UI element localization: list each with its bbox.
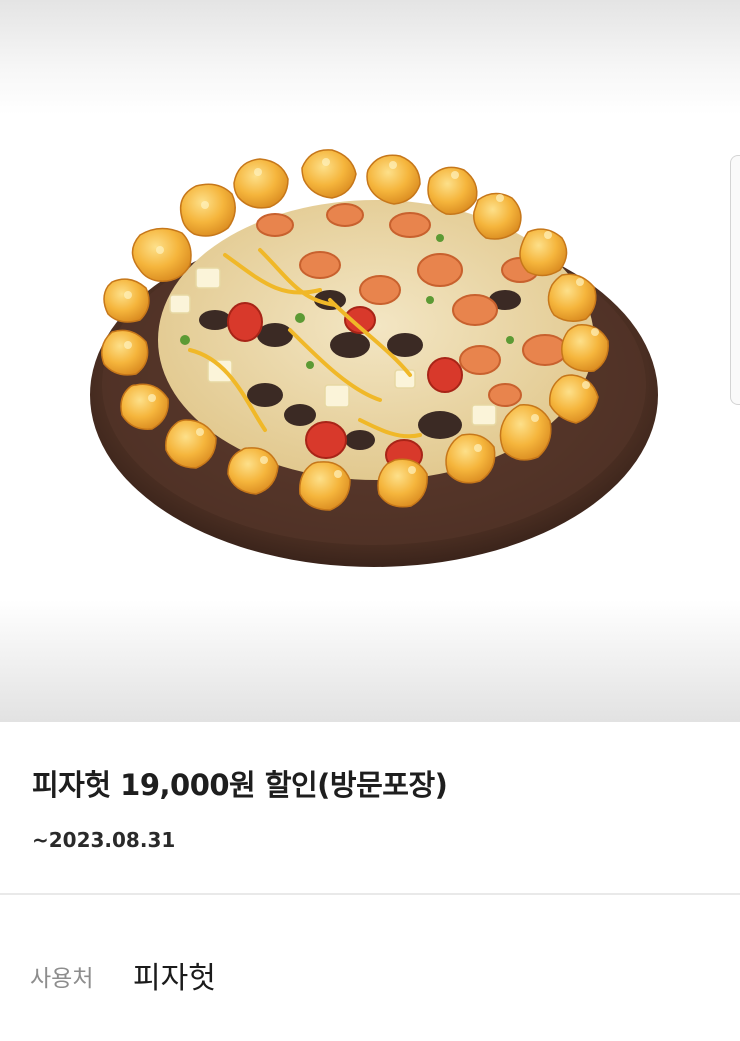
section-divider — [0, 893, 740, 895]
pizza-image — [90, 149, 658, 567]
product-image[interactable] — [0, 0, 740, 722]
product-info — [0, 722, 740, 894]
expiry-date: ~2023.08.31 — [32, 828, 176, 852]
product-title: 피자헛 19,000원 할인(방문포장) — [32, 768, 448, 802]
usage-label: 사용처 — [30, 966, 94, 992]
side-panel-handle[interactable] — [730, 155, 740, 405]
usage-value: 피자헛 — [133, 961, 216, 996]
